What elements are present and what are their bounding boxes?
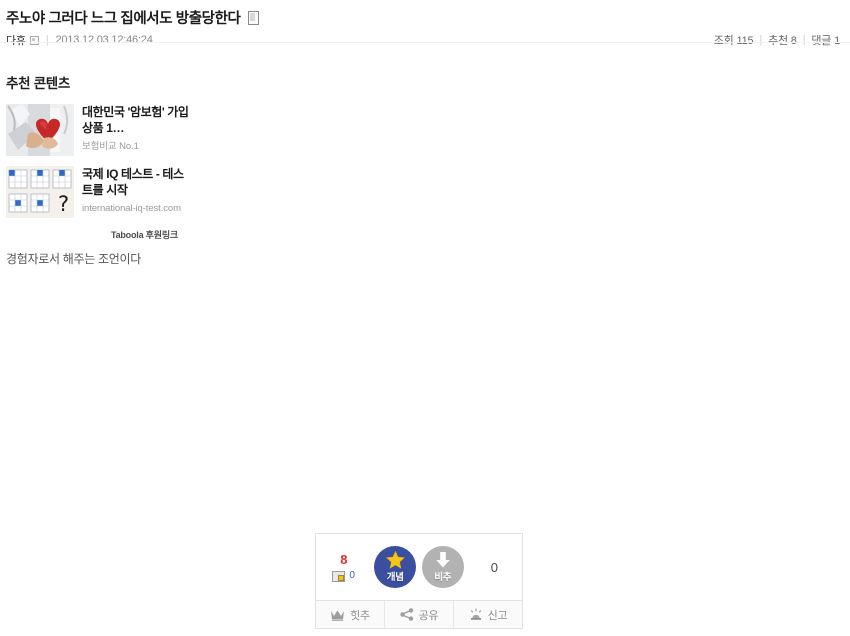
vote-up-button[interactable]: 개념: [374, 546, 416, 588]
post-header: 주노야 그러다 느그 집에서도 방출당한다 다휴 | 2013.12.03 12…: [0, 0, 850, 48]
report-label: 신고: [487, 609, 508, 622]
recommended-heading: 추천 콘텐츠: [6, 76, 71, 91]
post-date: 2013.12.03 12:46:24: [55, 34, 153, 46]
post-meta-row: 다휴 | 2013.12.03 12:46:24 조회 115 | 추천 8 |…: [0, 28, 850, 48]
vote-up-count: 8: [340, 551, 348, 567]
vote-down-label: 비추: [434, 572, 452, 583]
report-button[interactable]: 신고: [454, 601, 522, 628]
header-divider: [0, 42, 850, 43]
vote-up-count-group: 8 0: [316, 553, 371, 582]
recommended-item-subtitle: international-iq-test.com: [82, 203, 181, 215]
article-body: 경험자로서 해주는 조언이다: [6, 252, 141, 266]
stat-separator-1: |: [759, 34, 763, 46]
siren-icon: [469, 608, 483, 621]
share-label: 공유: [418, 609, 439, 622]
recommended-item-title: 국제 IQ 테스트 - 테스트를 시작: [82, 167, 184, 198]
stat-separator-2: |: [802, 34, 806, 46]
crown-icon: [330, 609, 345, 621]
recommended-item-text: 국제 IQ 테스트 - 테스트를 시작 international-iq-tes…: [82, 166, 190, 218]
image-count-row: 0: [316, 570, 371, 582]
share-icon: [399, 608, 414, 621]
heart-in-hand-photo: [6, 104, 74, 156]
author-name[interactable]: 다휴: [6, 32, 26, 48]
vote-down-button[interactable]: 비추: [422, 546, 464, 588]
image-count: 0: [349, 570, 355, 581]
stat-views: 조회 115: [713, 35, 754, 47]
share-button[interactable]: 공유: [385, 601, 454, 628]
hit-recommend-label: 힛추: [350, 609, 370, 622]
recommended-content-block: 추천 콘텐츠 대한민국 '암보험' 가입상품 1… 보험비교 No.1 ? 국제…: [6, 72, 196, 241]
vote-down-count: 0: [490, 559, 498, 575]
vote-main-row: 8 0 개념 비추 0: [316, 534, 522, 600]
broken-image-icon: [247, 10, 259, 25]
meta-separator: |: [45, 34, 49, 46]
post-stats: 조회 115 | 추천 8 | 댓글 1: [714, 32, 840, 48]
image-thumbnail-icon: [332, 570, 346, 582]
page-title: 주노야 그러다 느그 집에서도 방출당한다: [6, 11, 241, 27]
stat-comments: 댓글 1: [811, 35, 840, 47]
recommended-item-title: 대한민국 '암보험' 가입상품 1…: [82, 105, 189, 136]
iq-matrix-puzzle-image: ?: [6, 166, 74, 218]
vote-actions-row: 힛추 공유 신고: [316, 600, 522, 628]
recommended-item-subtitle: 보험비교 No.1: [82, 141, 139, 153]
svg-text:?: ?: [58, 192, 69, 216]
recommended-item-iq-test[interactable]: ? 국제 IQ 테스트 - 테스트를 시작 international-iq-t…: [6, 166, 196, 218]
post-title-row: 주노야 그러다 느그 집에서도 방출당한다: [0, 0, 850, 28]
author-broken-image-icon: [29, 35, 39, 45]
vote-widget: 8 0 개념 비추 0 힛추 공유 신고: [315, 533, 523, 629]
recommended-item-text: 대한민국 '암보험' 가입상품 1… 보험비교 No.1: [82, 104, 190, 156]
taboola-credit[interactable]: Taboola 후원링크: [6, 228, 196, 241]
hit-recommend-button[interactable]: 힛추: [316, 601, 385, 628]
arrow-down-icon: [422, 551, 464, 569]
recommended-item-insurance[interactable]: 대한민국 '암보험' 가입상품 1… 보험비교 No.1: [6, 104, 196, 156]
post-meta-left: 다휴 | 2013.12.03 12:46:24: [6, 32, 153, 48]
star-icon: [374, 551, 416, 569]
vote-up-label: 개념: [386, 572, 404, 583]
stat-recommends: 추천 8: [768, 35, 797, 47]
